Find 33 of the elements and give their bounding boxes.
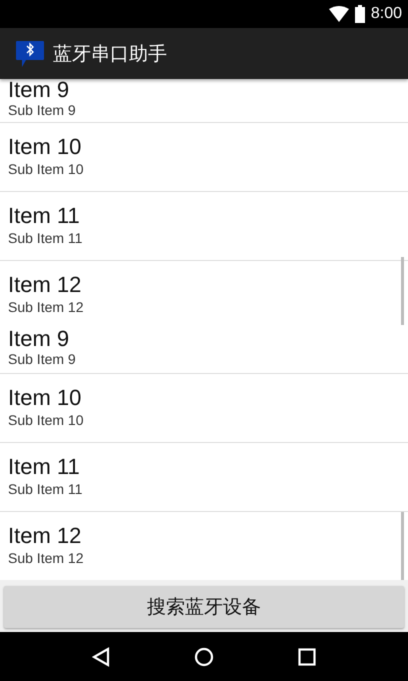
scrollbar-thumb[interactable] bbox=[401, 257, 404, 325]
item-title: Item 10 bbox=[8, 134, 82, 160]
app-title: 蓝牙串口助手 bbox=[53, 42, 167, 66]
search-button[interactable]: 搜索蓝牙设备 bbox=[4, 586, 404, 628]
clock-time: 8:00 bbox=[370, 5, 402, 23]
item-subtitle: Sub Item 12 bbox=[8, 298, 84, 316]
list-item[interactable]: Item 11 Sub Item 11 bbox=[0, 192, 408, 261]
list-item[interactable]: Item 11 Sub Item 11 bbox=[0, 443, 408, 512]
item-title: Item 12 bbox=[8, 523, 82, 549]
wifi-icon bbox=[328, 6, 349, 22]
item-subtitle: Sub Item 11 bbox=[8, 480, 84, 498]
item-title: Item 12 bbox=[8, 272, 82, 298]
recents-icon[interactable] bbox=[298, 648, 316, 666]
bluetooth-icon bbox=[15, 40, 45, 68]
home-icon[interactable] bbox=[194, 646, 214, 666]
item-subtitle: Sub Item 12 bbox=[8, 549, 84, 567]
list-item[interactable]: Item 10 Sub Item 10 bbox=[0, 123, 408, 192]
scrollbar-thumb[interactable] bbox=[401, 512, 404, 580]
item-subtitle: Sub Item 9 bbox=[8, 101, 77, 119]
back-icon[interactable] bbox=[92, 646, 110, 666]
item-title: Item 9 bbox=[8, 79, 70, 101]
list-item[interactable]: Item 9 Sub Item 9 bbox=[0, 79, 408, 123]
item-title: Item 10 bbox=[8, 385, 82, 411]
item-subtitle: Sub Item 9 bbox=[8, 350, 77, 368]
item-subtitle: Sub Item 11 bbox=[8, 229, 84, 247]
item-subtitle: Sub Item 10 bbox=[8, 160, 84, 178]
item-title: Item 9 bbox=[8, 328, 70, 350]
list-item[interactable]: Item 9 Sub Item 9 bbox=[0, 325, 408, 374]
battery-icon bbox=[354, 5, 365, 23]
item-subtitle: Sub Item 10 bbox=[8, 411, 84, 429]
item-title: Item 11 bbox=[8, 203, 81, 229]
list-item[interactable]: Item 10 Sub Item 10 bbox=[0, 374, 408, 443]
item-title: Item 11 bbox=[8, 454, 81, 480]
